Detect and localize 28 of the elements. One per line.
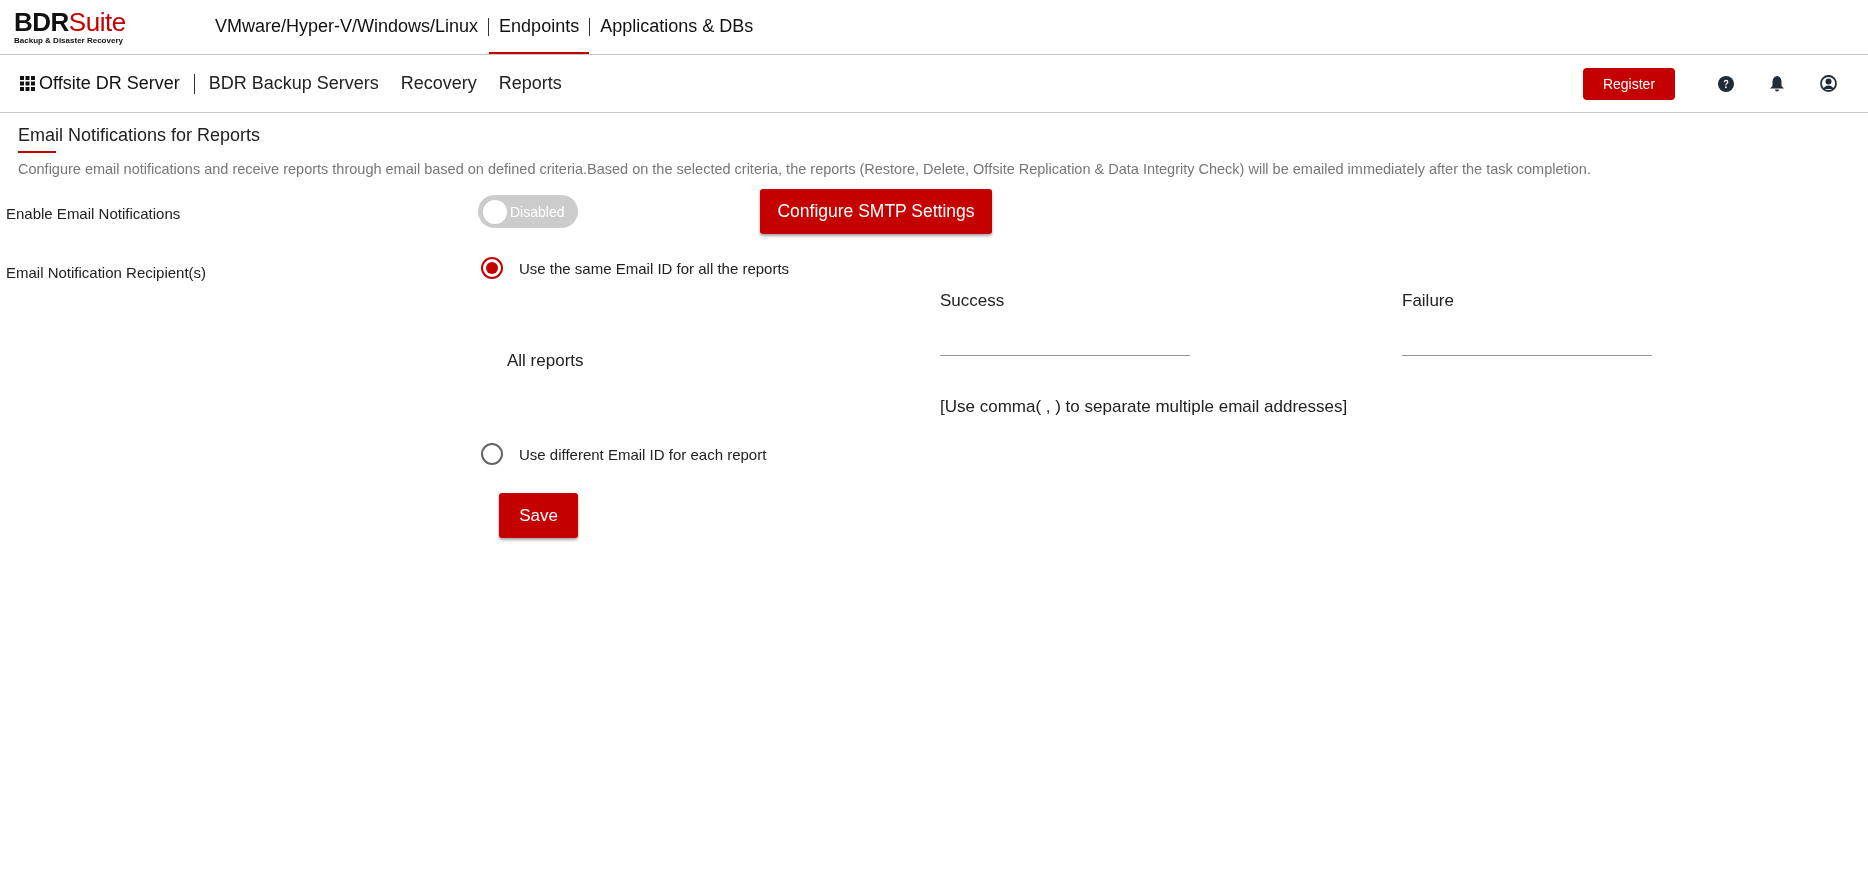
- user-icon[interactable]: [1820, 75, 1837, 92]
- server-title: Offsite DR Server: [39, 73, 180, 94]
- logo-text: BDRSuite: [14, 9, 126, 35]
- nav-link[interactable]: Recovery: [400, 73, 477, 94]
- nav-tab[interactable]: Applications & DBs: [590, 0, 764, 54]
- radio-label: Use the same Email ID for all the reports: [519, 259, 790, 277]
- nav-link[interactable]: BDR Backup Servers: [208, 73, 379, 94]
- page-description: Configure email notifications and receive reports through email based on defined criteria.Based on the selected criteria, the reports (Restore, Delete, Offsite Replication & Data Integrity Check) will be emailed immediately after the task completion.: [18, 161, 1592, 177]
- save-button[interactable]: Save: [499, 493, 578, 538]
- nav-tab[interactable]: Endpoints: [489, 0, 590, 54]
- register-button[interactable]: Register: [1583, 67, 1675, 100]
- help-icon[interactable]: [1718, 75, 1734, 92]
- row-label: All reports: [506, 350, 585, 372]
- column-label: Success: [940, 291, 1006, 311]
- radio-label: Use different Email ID for each report: [519, 445, 767, 463]
- field-label: Email Notification Recipient(s): [6, 263, 208, 283]
- column-label: Failure: [1402, 291, 1455, 311]
- field-label: Enable Email Notifications: [6, 204, 182, 224]
- radio-button[interactable]: [481, 443, 503, 465]
- logo-tagline: Backup & Disaster Recovery: [14, 36, 123, 45]
- hint-text: [Use comma( , ) to separate multiple email addresses]: [940, 396, 1349, 418]
- nav-tab[interactable]: VMware/Hyper-V/Windows/Linux: [205, 0, 489, 54]
- radio-button[interactable]: [481, 257, 503, 279]
- app-grid-icon[interactable]: [20, 76, 35, 91]
- nav-link[interactable]: Reports: [498, 73, 562, 94]
- smtp-settings-button[interactable]: Configure SMTP Settings: [760, 189, 992, 234]
- page-title: Email Notifications for Reports: [18, 125, 262, 146]
- bell-icon[interactable]: [1769, 75, 1785, 92]
